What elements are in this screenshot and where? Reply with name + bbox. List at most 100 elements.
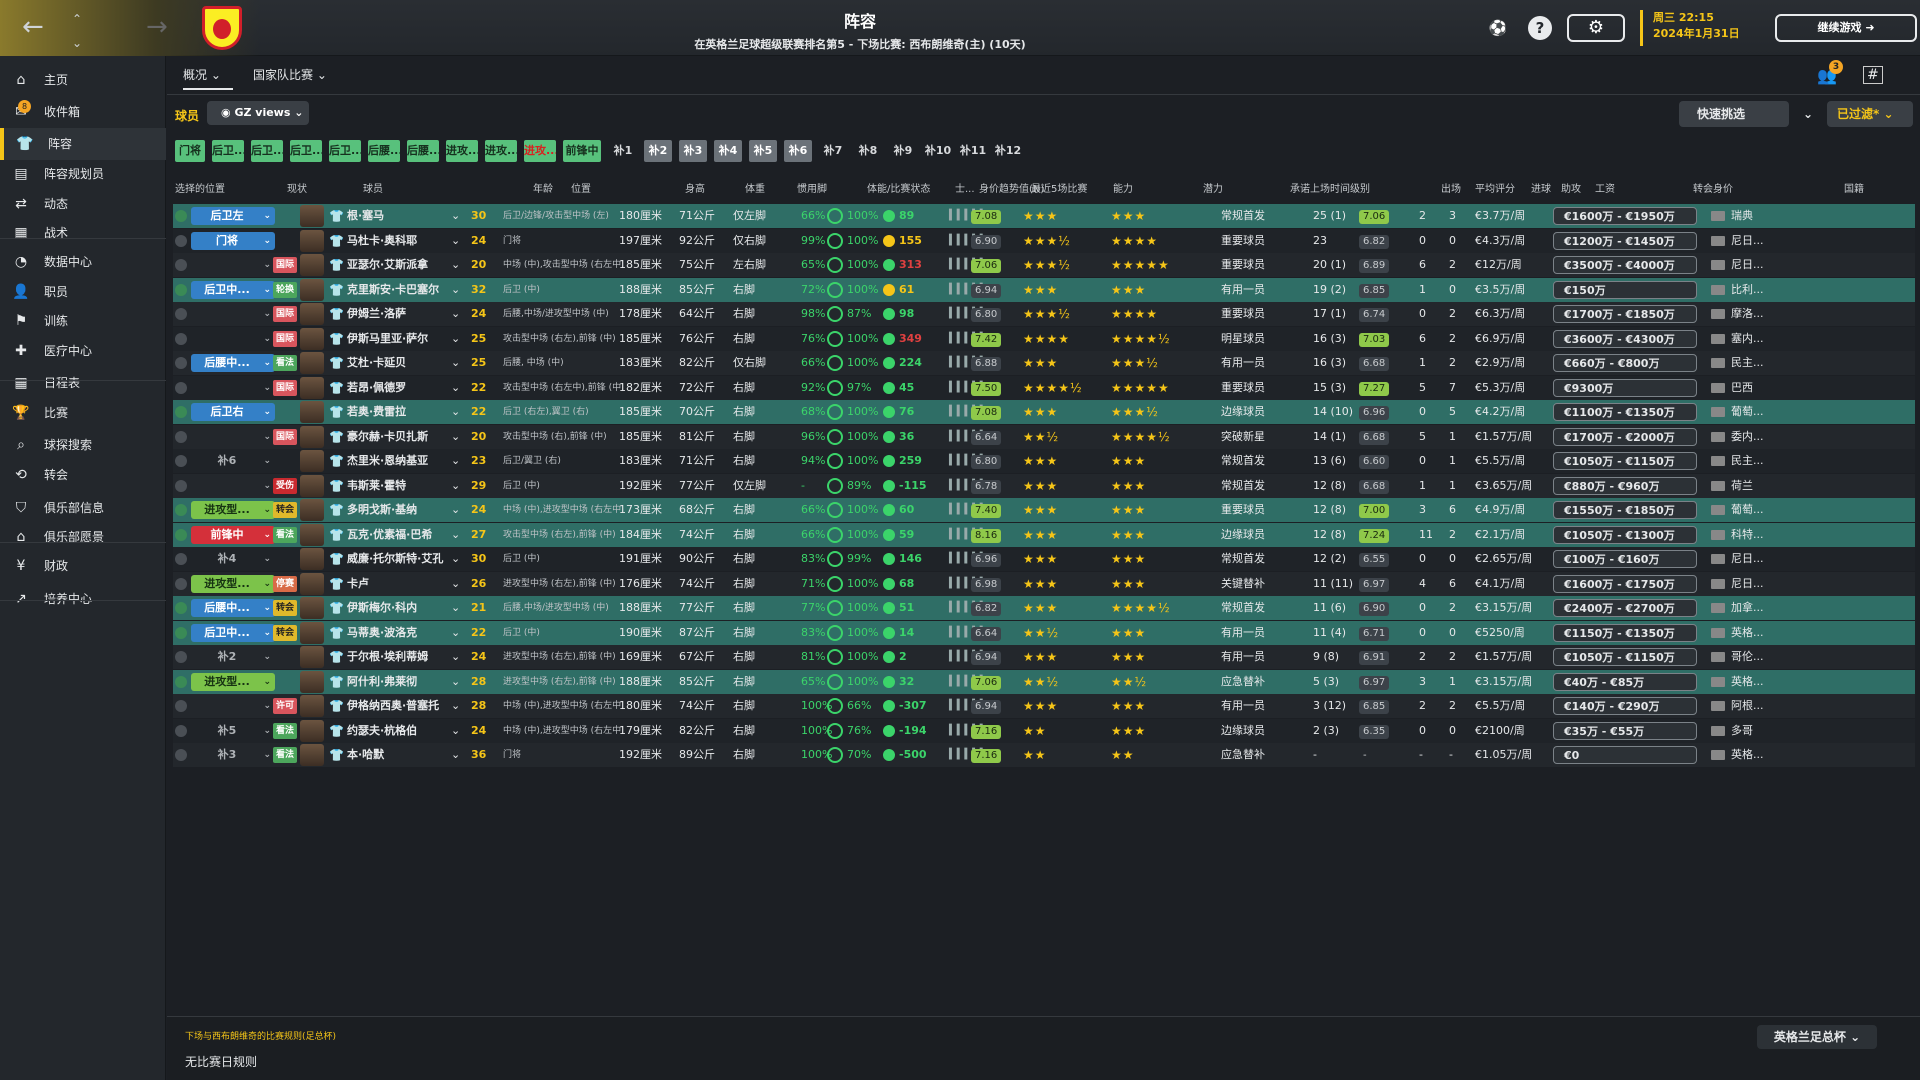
- sidebar-item-9[interactable]: ✚ 医疗中心: [0, 335, 166, 367]
- position-chip-17[interactable]: 补7: [819, 140, 847, 162]
- player-name[interactable]: 若昂·佩德罗: [347, 376, 406, 400]
- position-select[interactable]: 补3 ⌄: [191, 746, 275, 764]
- transfer-value[interactable]: €100万 - €160万: [1553, 550, 1697, 568]
- player-row[interactable]: ⌄ 许可 👕 伊格纳西奥·普塞托 ⌄ 28 中场 (中),进攻型中场 (右左中) 180厘米 7…: [173, 694, 1915, 718]
- player-name[interactable]: 多明戈斯·基纳: [347, 498, 417, 522]
- sidebar-item-4[interactable]: ⇄ 动态: [0, 188, 166, 220]
- transfer-value[interactable]: €0: [1553, 746, 1697, 764]
- row-dropdown-icon[interactable]: ⌄: [451, 425, 460, 449]
- filter-button[interactable]: 已过滤* ⌄: [1827, 101, 1913, 127]
- player-row[interactable]: 后卫左 ⌄ 👕 根·塞马 ⌄ 30 后卫/边锋/攻击型中场 (左) 180厘米 71公斤 仅左脚 6…: [173, 204, 1915, 228]
- position-select[interactable]: 进攻型... ⌄: [191, 501, 275, 519]
- row-dropdown-icon[interactable]: ⌄: [451, 743, 460, 767]
- position-chip-2[interactable]: 后卫...: [251, 140, 283, 162]
- transfer-value[interactable]: €1600万 - €1750万: [1553, 574, 1697, 593]
- position-select[interactable]: 进攻型... ⌄: [191, 672, 275, 691]
- position-chip-11[interactable]: 补1: [609, 140, 637, 162]
- position-select[interactable]: ⌄: [191, 330, 275, 348]
- row-dropdown-icon[interactable]: ⌄: [451, 547, 460, 571]
- select-checkbox[interactable]: [175, 651, 187, 663]
- player-name[interactable]: 根·塞马: [347, 204, 384, 228]
- col-sharp[interactable]: 士...: [955, 180, 975, 195]
- row-dropdown-icon[interactable]: ⌄: [451, 645, 460, 669]
- row-dropdown-icon[interactable]: ⌄: [451, 327, 460, 351]
- player-row[interactable]: ⌄ 国际 👕 豪尔赫·卡贝扎斯 ⌄ 20 攻击型中场 (右),前锋 (中) 185厘米 81公斤…: [173, 424, 1915, 449]
- ball-icon[interactable]: ⚽: [1486, 16, 1510, 40]
- select-checkbox[interactable]: [175, 700, 187, 712]
- select-checkbox[interactable]: [175, 749, 187, 761]
- col-goals[interactable]: 进球: [1531, 180, 1551, 195]
- row-dropdown-icon[interactable]: ⌄: [451, 449, 460, 473]
- sidebar-item-5[interactable]: ▦ 战术: [0, 217, 166, 249]
- position-select[interactable]: 后卫右 ⌄: [191, 403, 275, 421]
- player-name[interactable]: 约瑟夫·杭格伯: [347, 719, 417, 743]
- row-dropdown-icon[interactable]: ⌄: [451, 351, 460, 375]
- select-checkbox[interactable]: [175, 357, 187, 369]
- player-row[interactable]: 门将 ⌄ 👕 马杜卡·奥科耶 ⌄ 24 门将 197厘米 92公斤 仅右脚 99% 100% 155 ▍▍…: [173, 228, 1915, 253]
- position-select[interactable]: ⌄: [191, 305, 275, 323]
- position-select[interactable]: 补4 ⌄: [191, 550, 275, 568]
- position-select[interactable]: 门将 ⌄: [191, 231, 275, 250]
- player-name[interactable]: 瓦克·优素福·巴希: [347, 523, 432, 547]
- select-checkbox[interactable]: [175, 430, 187, 443]
- transfer-value[interactable]: €1050万 - €1150万: [1553, 452, 1697, 470]
- player-name[interactable]: 若奥·费雷拉: [347, 400, 406, 424]
- sidebar-item-2[interactable]: 👕 阵容: [0, 128, 166, 160]
- down-chevron-icon[interactable]: ⌄: [72, 30, 82, 56]
- sidebar-item-17[interactable]: ↗ 培养中心: [0, 583, 166, 615]
- position-select[interactable]: 前锋中 ⌄: [191, 525, 275, 544]
- position-select[interactable]: 补2 ⌄: [191, 648, 275, 666]
- position-chip-10[interactable]: 前锋中: [563, 140, 601, 162]
- player-row[interactable]: 补3 ⌄ 看法 👕 本·哈默 ⌄ 36 门将 192厘米 89公斤 右脚 100% 70% -500 ▍▍▍…: [173, 743, 1915, 767]
- position-chip-8[interactable]: 进攻...: [485, 140, 517, 162]
- col-age[interactable]: 年龄: [533, 180, 553, 195]
- select-checkbox[interactable]: [175, 381, 187, 394]
- position-chip-9[interactable]: 进攻...: [524, 140, 556, 162]
- back-icon[interactable]: ←: [22, 14, 44, 40]
- select-checkbox[interactable]: [175, 553, 187, 565]
- forward-icon[interactable]: →: [146, 14, 168, 40]
- player-row[interactable]: 进攻型... ⌄ 停赛 👕 卡卢 ⌄ 26 进攻型中场 (右左),前锋 (中) 176厘米 74公…: [173, 571, 1915, 596]
- col-status[interactable]: 现状: [287, 180, 307, 195]
- tab-overview[interactable]: 概况 ⌄: [183, 62, 233, 90]
- position-select[interactable]: 后腰中... ⌄: [191, 599, 275, 617]
- col-apps[interactable]: 出场: [1441, 180, 1461, 195]
- sidebar-item-13[interactable]: ⟲ 转会: [0, 459, 166, 491]
- club-crest-icon[interactable]: [202, 6, 242, 50]
- player-name[interactable]: 马杜卡·奥科耶: [347, 229, 417, 253]
- player-row[interactable]: 进攻型... ⌄ 👕 阿什利·弗莱彻 ⌄ 28 进攻型中场 (右左),前锋 (中) 188厘米…: [173, 669, 1915, 694]
- transfer-value[interactable]: €880万 - €960万: [1553, 476, 1697, 495]
- col-nation[interactable]: 国籍: [1844, 180, 1864, 195]
- position-select[interactable]: ⌄: [191, 256, 275, 274]
- position-chip-20[interactable]: 补10: [924, 140, 952, 162]
- row-dropdown-icon[interactable]: ⌄: [451, 572, 460, 596]
- player-name[interactable]: 马蒂奥·波洛克: [347, 621, 417, 645]
- player-row[interactable]: ⌄ 受伤 👕 韦斯莱·霍特 ⌄ 29 后卫 (中) 192厘米 77公斤 仅左脚 -89% -115 ▍…: [173, 473, 1915, 498]
- player-name[interactable]: 杰里米·恩纳基亚: [347, 449, 428, 473]
- col-foot[interactable]: 惯用脚: [797, 180, 827, 195]
- select-checkbox[interactable]: [175, 234, 187, 247]
- select-checkbox[interactable]: [175, 528, 187, 541]
- kit-number-icon[interactable]: #: [1863, 66, 1883, 84]
- player-row[interactable]: 后卫右 ⌄ 👕 若奥·费雷拉 ⌄ 22 后卫 (右左),翼卫 (右) 185厘米 70公斤 右脚 6…: [173, 400, 1915, 424]
- continue-button[interactable]: 继续游戏 ➜: [1775, 14, 1917, 42]
- player-row[interactable]: 后腰中... ⌄ 转会 👕 伊斯梅尔·科内 ⌄ 21 后腰,中场/进攻型中场 (中) 188厘米…: [173, 596, 1915, 620]
- position-select[interactable]: ⌄: [191, 697, 275, 715]
- row-dropdown-icon[interactable]: ⌄: [451, 400, 460, 424]
- player-name[interactable]: 伊斯梅尔·科内: [347, 596, 417, 620]
- position-chip-18[interactable]: 补8: [854, 140, 882, 162]
- transfer-value[interactable]: €1050万 - €1150万: [1553, 648, 1697, 666]
- transfer-value[interactable]: €1700万 - €1850万: [1553, 305, 1697, 323]
- col-avg[interactable]: 平均评分: [1475, 180, 1515, 195]
- player-name[interactable]: 本·哈默: [347, 743, 384, 767]
- row-dropdown-icon[interactable]: ⌄: [451, 253, 460, 277]
- select-checkbox[interactable]: [175, 577, 187, 590]
- col-fitness[interactable]: 体能/比赛状态: [867, 180, 930, 195]
- sidebar-item-8[interactable]: ⚑ 训练: [0, 305, 166, 337]
- transfer-value[interactable]: €1150万 - €1350万: [1553, 623, 1697, 642]
- transfer-value[interactable]: €1600万 - €1950万: [1553, 207, 1697, 225]
- row-dropdown-icon[interactable]: ⌄: [451, 596, 460, 620]
- player-name[interactable]: 于尔根·埃利蒂姆: [347, 645, 428, 669]
- player-name[interactable]: 韦斯莱·霍特: [347, 474, 406, 498]
- player-row[interactable]: 后腰中... ⌄ 看法 👕 艾杜·卡延贝 ⌄ 25 后腰, 中场 (中) 183厘米 82公斤 仅右…: [173, 351, 1915, 375]
